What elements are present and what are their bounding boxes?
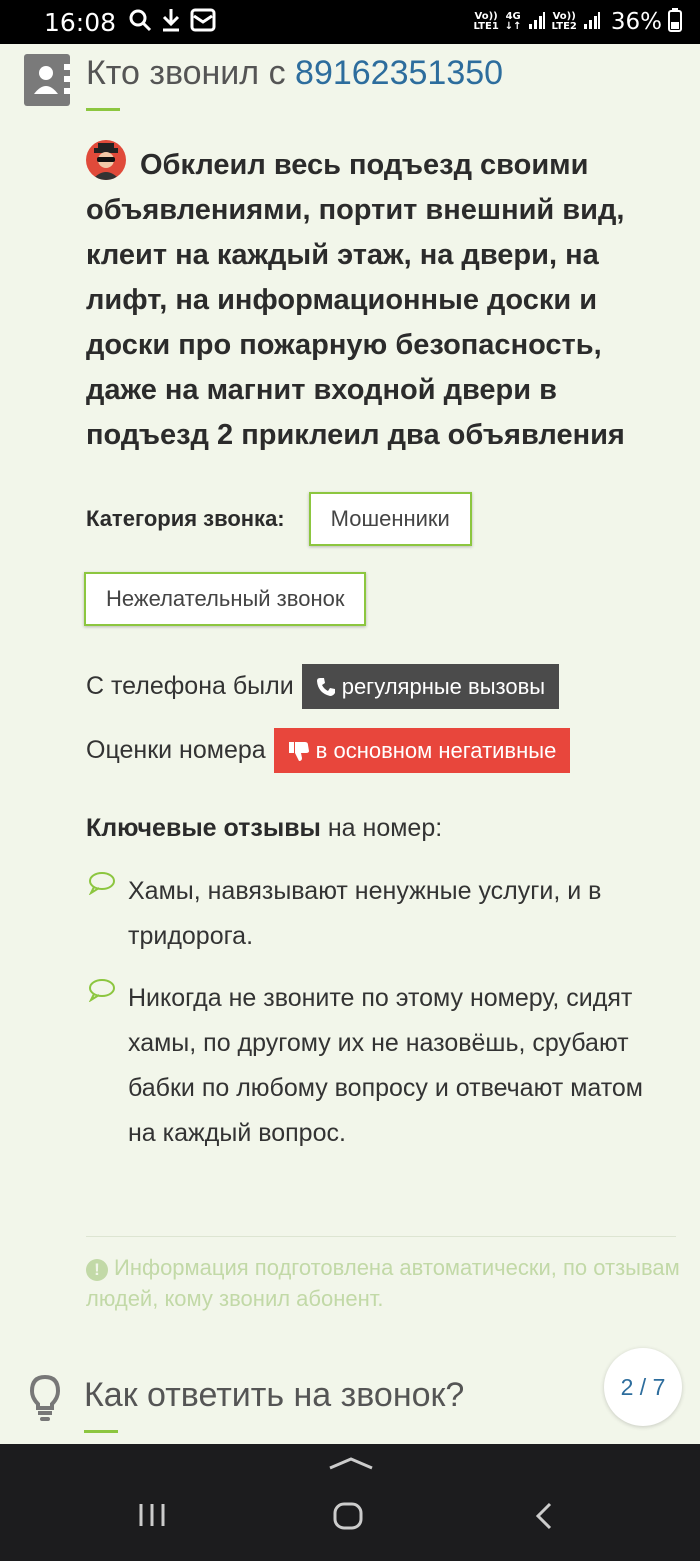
sim1-label: Vo)) LTE1 bbox=[473, 11, 499, 32]
review-text: Хамы, навязывают ненужные услуги, и в тр… bbox=[128, 877, 602, 950]
key-reviews-title: Ключевые отзывы на номер: bbox=[86, 814, 443, 842]
comment-bubble-icon bbox=[88, 872, 115, 895]
calls-info-label: С телефона были bbox=[86, 672, 294, 700]
divider bbox=[86, 1236, 676, 1237]
category-tag-unwanted[interactable]: Нежелательный звонок bbox=[84, 572, 367, 626]
back-button[interactable] bbox=[534, 1502, 554, 1535]
calls-info-row: С телефона были регулярные вызовы bbox=[86, 664, 560, 709]
category-row: Категория звонка: Мошенники bbox=[86, 492, 472, 546]
rating-info-row: Оценки номера в основном негативные bbox=[86, 728, 571, 773]
sim2-label: Vo)) LTE2 bbox=[551, 11, 577, 32]
rating-info-label: Оценки номера bbox=[86, 736, 266, 764]
lightbulb-icon bbox=[28, 1374, 62, 1422]
status-right: Vo)) LTE1 4G ↓↑ Vo)) LTE2 36% bbox=[473, 7, 682, 37]
home-button[interactable] bbox=[333, 1502, 363, 1535]
signal-icon bbox=[583, 10, 601, 35]
review-text: Никогда не звоните по этому номеру, сидя… bbox=[128, 984, 643, 1147]
contact-book-icon bbox=[24, 54, 70, 106]
chevron-up-icon[interactable] bbox=[328, 1456, 374, 1475]
status-bar: 16:08 Vo)) LTE1 4G ↓↑ Vo)) LTE2 36% bbox=[0, 0, 700, 44]
mail-icon bbox=[190, 8, 216, 37]
signal-icon bbox=[528, 10, 546, 35]
category-label: Категория звонка: bbox=[86, 506, 285, 531]
title-underline bbox=[86, 108, 120, 111]
exclamation-circle-icon: ! bbox=[86, 1259, 108, 1281]
phone-icon bbox=[316, 677, 335, 696]
phone-number-link[interactable]: 89162351350 bbox=[295, 54, 503, 92]
answer-section-header: Как ответить на звонок? bbox=[24, 1374, 464, 1433]
review-item: Никогда не звоните по этому номеру, сидя… bbox=[88, 976, 648, 1156]
page-title: Кто звонил с 89162351350 bbox=[86, 54, 503, 111]
search-icon bbox=[128, 8, 152, 37]
status-time: 16:08 bbox=[44, 7, 117, 37]
auto-info-note: ! Информация подготовлена автоматически, … bbox=[86, 1255, 680, 1311]
battery-percent: 36% bbox=[610, 9, 662, 35]
battery-icon bbox=[668, 7, 682, 37]
thumbs-down-icon bbox=[288, 741, 309, 761]
network-type-label: 4G ↓↑ bbox=[504, 11, 522, 32]
page-indicator[interactable]: 2 / 7 bbox=[604, 1348, 682, 1426]
featured-comment: Обклеил весь подъезд своими объявлениями… bbox=[86, 140, 646, 458]
calls-badge: регулярные вызовы bbox=[301, 664, 560, 709]
system-nav-bar bbox=[0, 1444, 700, 1561]
recent-apps-button[interactable] bbox=[138, 1502, 166, 1533]
page-content: Кто звонил с 89162351350 Обклеил весь по… bbox=[0, 44, 700, 1444]
category-row-2: Нежелательный звонок bbox=[84, 572, 367, 626]
answer-section-title: Как ответить на звонок? bbox=[84, 1376, 464, 1433]
title-underline bbox=[84, 1430, 118, 1433]
download-icon bbox=[160, 7, 182, 38]
review-item: Хамы, навязывают ненужные услуги, и в тр… bbox=[88, 869, 648, 959]
spy-avatar-icon bbox=[86, 140, 126, 180]
comment-bubble-icon bbox=[88, 979, 115, 1002]
caller-section-header: Кто звонил с 89162351350 bbox=[24, 54, 503, 111]
rating-badge: в основном негативные bbox=[273, 728, 571, 773]
comment-body: Обклеил весь подъезд своими объявлениями… bbox=[86, 149, 625, 451]
category-tag-fraud[interactable]: Мошенники bbox=[308, 492, 472, 546]
